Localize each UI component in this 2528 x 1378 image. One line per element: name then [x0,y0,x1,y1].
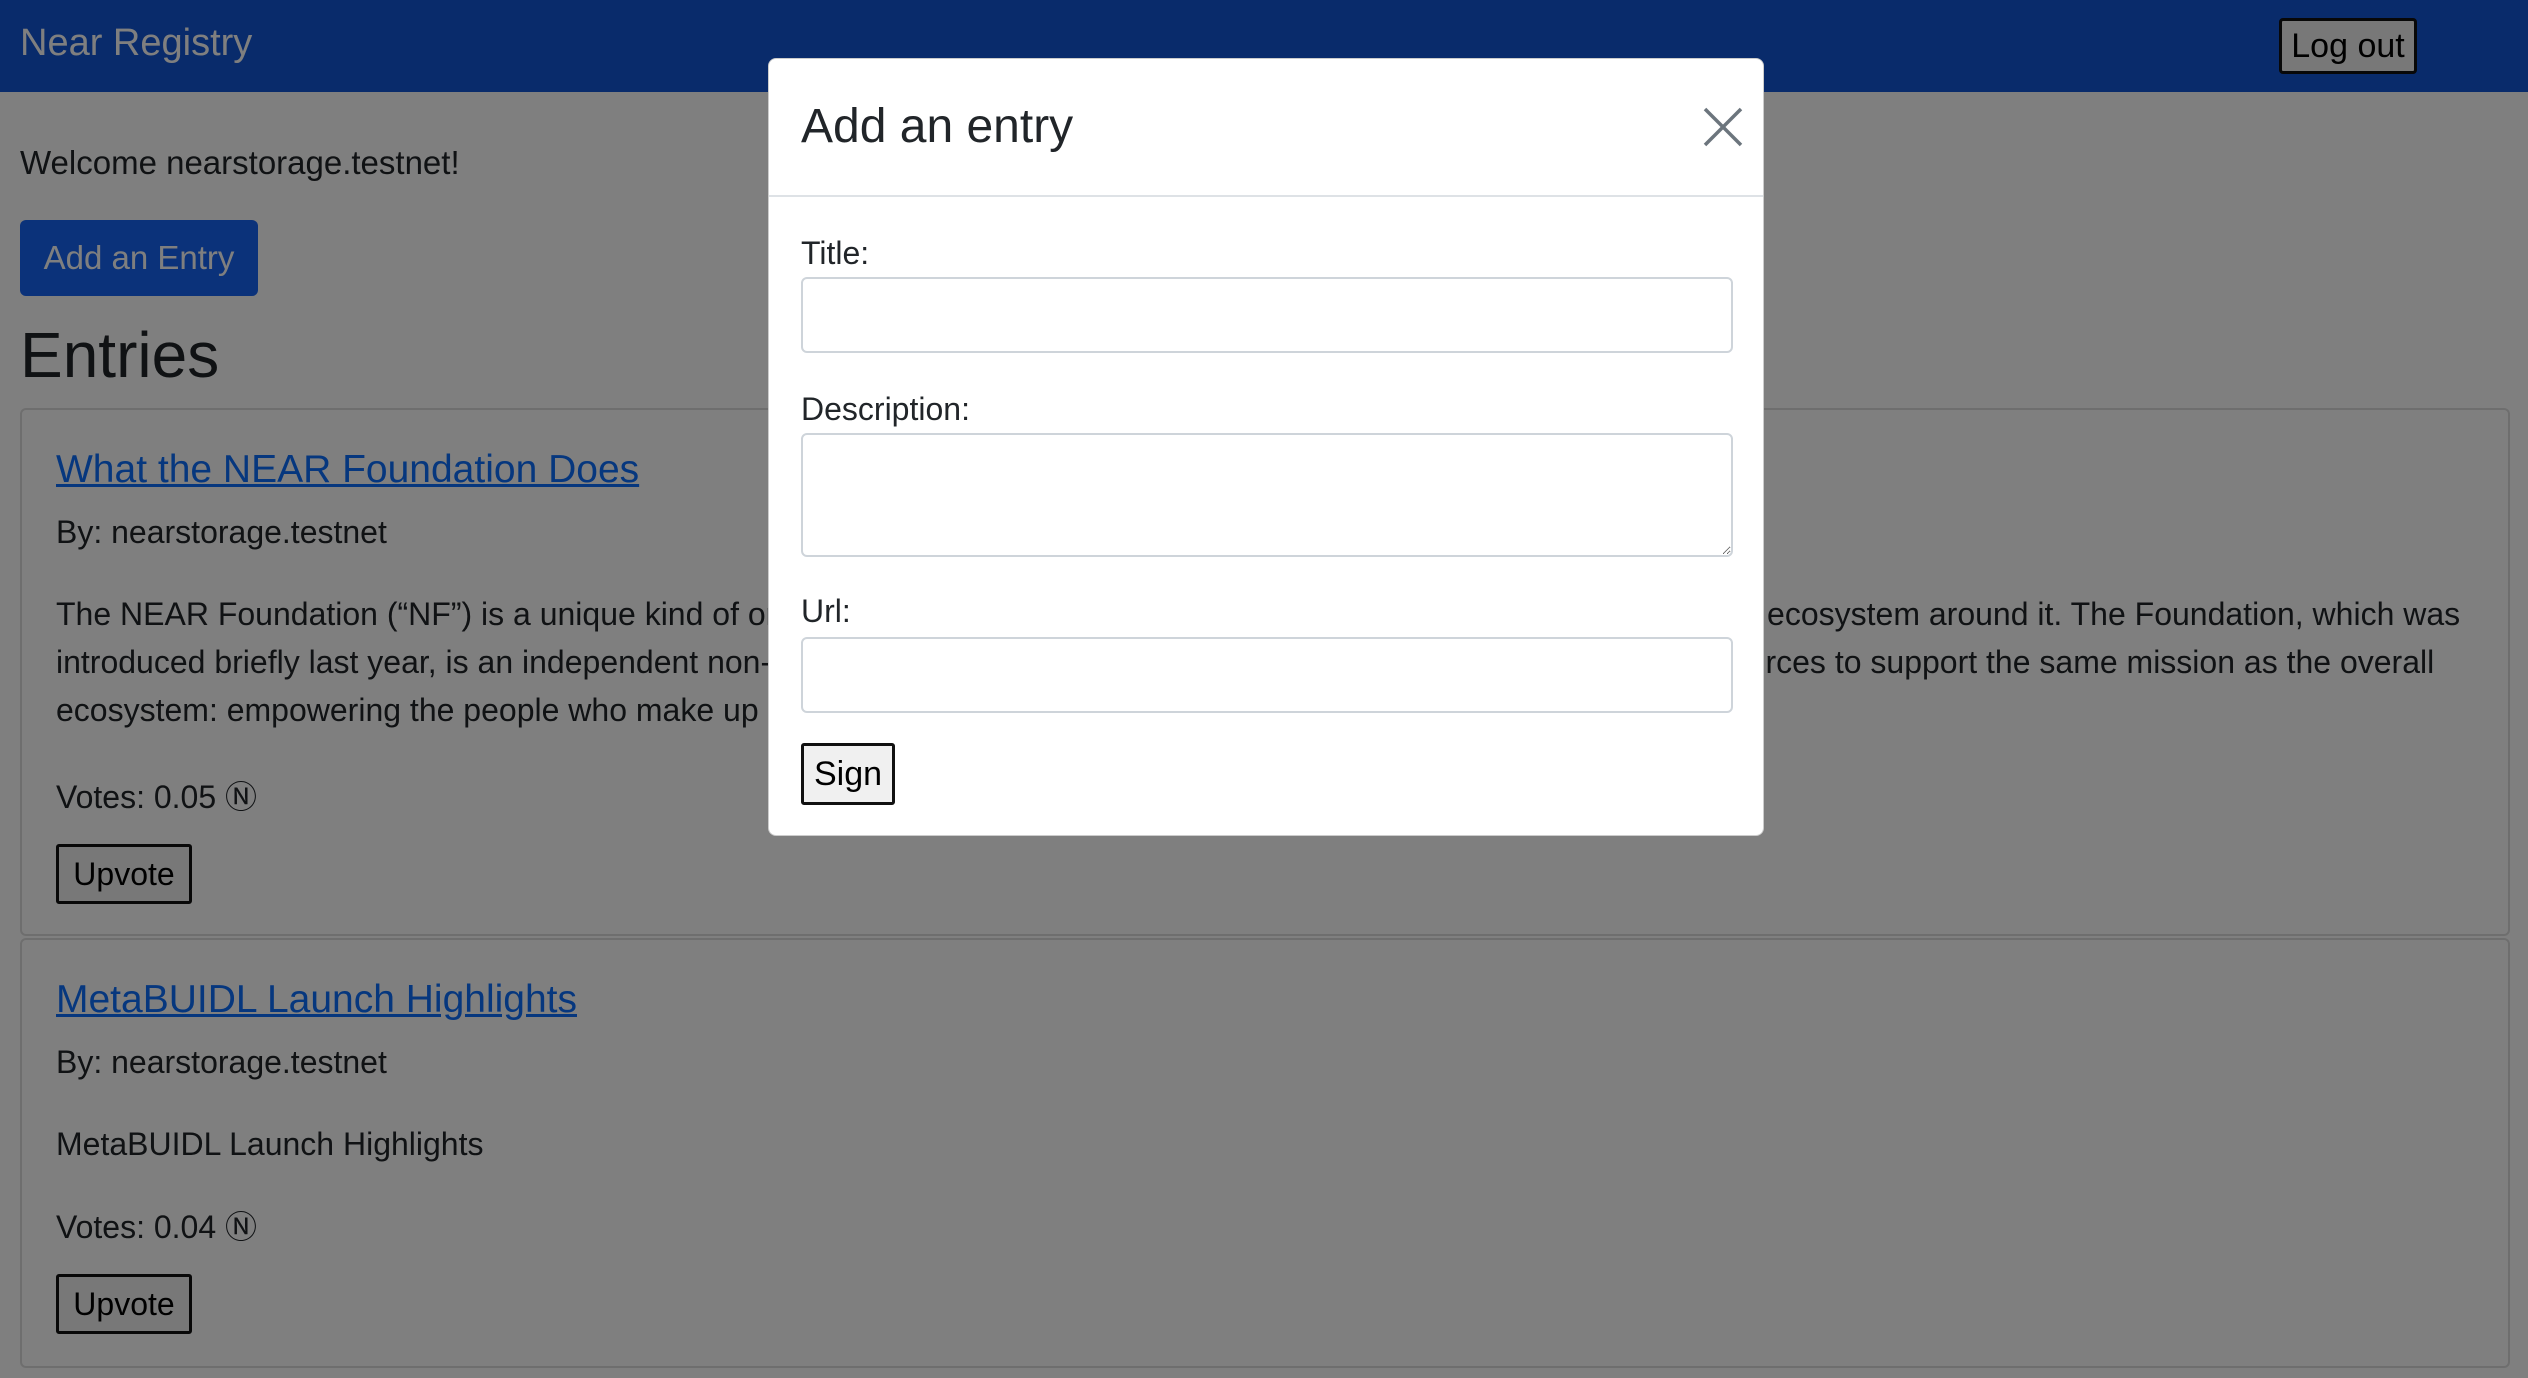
modal-title: Add an entry [801,100,1074,153]
close-icon [1703,107,1743,147]
add-entry-modal: Add an entry Title: Description: Url: Si… [768,58,1764,836]
sign-button[interactable]: Sign [801,743,895,805]
description-label: Description: [801,391,970,427]
title-label: Title: [801,235,870,271]
title-input[interactable] [801,277,1733,353]
modal-header: Add an entry [769,59,1763,197]
description-textarea[interactable] [801,433,1733,557]
url-label: Url: [801,593,851,629]
close-button[interactable] [1695,99,1751,155]
url-input[interactable] [801,637,1733,713]
